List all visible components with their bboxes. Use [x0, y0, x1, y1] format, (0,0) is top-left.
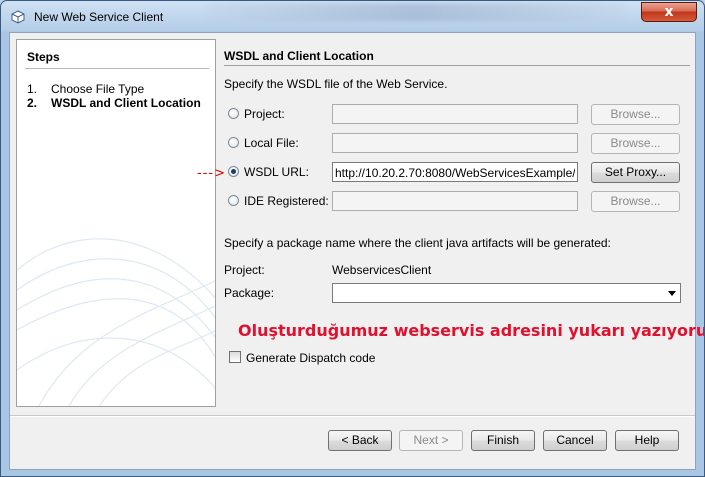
ide-registered-radio-label[interactable]: IDE Registered: [244, 194, 329, 208]
project-label: Project: [224, 263, 265, 277]
project-radio[interactable] [228, 108, 239, 119]
wsdl-url-input[interactable]: http://10.20.2.70:8080/WebServicesExampl… [332, 162, 578, 182]
local-file-radio-label[interactable]: Local File: [244, 136, 299, 150]
package-combobox[interactable] [332, 283, 681, 303]
ide-registered-radio[interactable] [228, 195, 239, 206]
wsdl-description: Specify the WSDL file of the Web Service… [224, 77, 448, 91]
back-button[interactable]: < Back [328, 430, 392, 451]
generate-dispatch-label[interactable]: Generate Dispatch code [246, 351, 375, 365]
decorative-swirl-graphic [17, 238, 215, 406]
netbeans-cube-icon [11, 10, 25, 24]
panel-title: WSDL and Client Location [224, 49, 374, 63]
close-button[interactable]: x [641, 2, 697, 22]
local-file-field[interactable] [332, 133, 578, 153]
blurred-background-area [206, 3, 626, 21]
steps-panel: Steps 1. Choose File Type 2. WSDL and Clie… [16, 39, 216, 407]
project-value: WebservicesClient [332, 263, 432, 277]
package-description: Specify a package name where the client … [224, 236, 611, 250]
generate-dispatch-checkbox[interactable] [229, 351, 241, 363]
ide-registered-field[interactable] [332, 191, 578, 211]
dialog-window: New Web Service Client x Steps 1. Choose … [0, 0, 705, 477]
dialog-body: Steps 1. Choose File Type 2. WSDL and Clie… [9, 32, 704, 470]
close-icon: x [664, 4, 674, 20]
project-browse-button[interactable]: Browse... [591, 104, 680, 125]
package-label: Package: [224, 286, 275, 300]
wsdl-url-radio[interactable] [228, 166, 239, 177]
window-title: New Web Service Client [34, 10, 164, 24]
project-field[interactable] [332, 104, 578, 124]
wsdl-url-radio-label[interactable]: WSDL URL: [244, 165, 309, 179]
local-file-radio[interactable] [228, 137, 239, 148]
step-label: Choose File Type [51, 82, 145, 96]
panel-divider [224, 65, 690, 66]
finish-button[interactable]: Finish [471, 430, 535, 451]
annotation-arrow: ---> [197, 166, 226, 181]
set-proxy-button[interactable]: Set Proxy... [591, 162, 680, 183]
ide-registered-browse-button[interactable]: Browse... [591, 191, 680, 212]
step-label: WSDL and Client Location [51, 96, 201, 110]
title-bar[interactable]: New Web Service Client x [1, 1, 704, 33]
step-item-current: 2. WSDL and Client Location [27, 96, 201, 110]
footer-divider-highlight [10, 416, 695, 417]
annotation-text: Oluşturduğumuz webservis adresini yukarı… [238, 321, 705, 340]
step-item: 1. Choose File Type [27, 82, 144, 96]
chevron-down-icon[interactable] [668, 291, 676, 296]
steps-divider [25, 68, 209, 69]
local-file-browse-button[interactable]: Browse... [591, 133, 680, 154]
step-number: 2. [27, 96, 38, 110]
steps-header: Steps [27, 50, 60, 64]
next-button[interactable]: Next > [399, 430, 463, 451]
cancel-button[interactable]: Cancel [543, 430, 607, 451]
step-number: 1. [27, 82, 38, 96]
help-button[interactable]: Help [615, 430, 679, 451]
project-radio-label[interactable]: Project: [244, 107, 285, 121]
